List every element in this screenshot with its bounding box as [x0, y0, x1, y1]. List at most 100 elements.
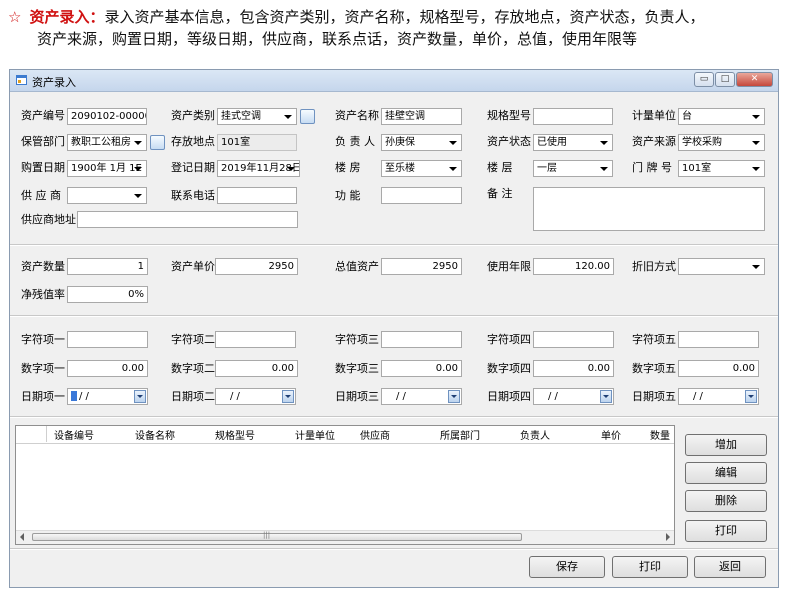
add-button[interactable]: 增加	[685, 434, 767, 456]
date-item-3-label: 日期项三	[335, 390, 379, 403]
door-no-select[interactable]: 101室	[678, 160, 765, 177]
number-item-2-field[interactable]: 0.00	[215, 360, 298, 377]
row-header-corner	[16, 426, 47, 442]
owner-label: 负 责 人	[335, 135, 375, 148]
depreciation-select[interactable]	[678, 258, 765, 275]
col-equip-name[interactable]: 设备名称	[135, 427, 175, 442]
dept-picker-button[interactable]	[150, 135, 165, 150]
scroll-left-icon[interactable]	[20, 533, 24, 541]
number-item-1-label: 数字项一	[21, 362, 65, 375]
text-item-4-label: 字符项四	[487, 333, 531, 346]
date-item-2-picker[interactable]: / /	[215, 388, 296, 405]
date-item-4-picker[interactable]: / /	[533, 388, 614, 405]
maximize-button[interactable]: □	[715, 72, 735, 87]
supplier-addr-label: 供应商地址	[21, 213, 76, 226]
print-button[interactable]: 打印	[612, 556, 688, 578]
star-icon: ☆	[8, 8, 22, 26]
date-item-3-picker[interactable]: / /	[381, 388, 462, 405]
remark-label: 备 注	[487, 187, 513, 200]
col-price[interactable]: 单价	[601, 427, 621, 442]
title-bar[interactable]: 资产录入 ▭ □ ✕	[10, 70, 778, 92]
building-select[interactable]: 至乐楼	[381, 160, 462, 177]
residual-rate-field[interactable]: 0%	[67, 286, 148, 303]
delete-button[interactable]: 删除	[685, 490, 767, 512]
total-field[interactable]: 2950	[381, 258, 462, 275]
text-item-3-label: 字符项三	[335, 333, 379, 346]
category-select[interactable]: 挂式空调	[217, 108, 297, 125]
calendar-dropdown-icon[interactable]	[448, 390, 460, 403]
asset-name-field[interactable]: 挂壁空调	[381, 108, 462, 125]
remark-textarea[interactable]	[533, 187, 765, 231]
function-label: 功 能	[335, 189, 361, 202]
status-select[interactable]: 已使用	[533, 134, 613, 151]
category-picker-button[interactable]	[300, 109, 315, 124]
spec-label: 规格型号	[487, 109, 531, 122]
intro-line-2: 资产来源，购置日期，等级日期，供应商，联系点话，资产数量，单价，总值，使用年限等	[37, 30, 638, 48]
grid-print-button[interactable]: 打印	[685, 520, 767, 542]
number-item-3-label: 数字项三	[335, 362, 379, 375]
function-field[interactable]	[381, 187, 462, 204]
date-item-1-picker[interactable]: / /	[67, 388, 148, 405]
section-divider	[10, 315, 778, 317]
quantity-field[interactable]: 1	[67, 258, 148, 275]
unit-select[interactable]: 台	[678, 108, 765, 125]
register-date-picker[interactable]: 2019年11月28日	[217, 160, 300, 177]
purchase-date-picker[interactable]: 1900年 1月 1E	[67, 160, 147, 177]
door-no-label: 门 牌 号	[632, 161, 672, 174]
horizontal-scrollbar[interactable]	[16, 530, 674, 544]
back-button[interactable]: 返回	[694, 556, 766, 578]
spec-field[interactable]	[533, 108, 613, 125]
life-field[interactable]: 120.00	[533, 258, 614, 275]
number-item-5-field[interactable]: 0.00	[678, 360, 759, 377]
equipment-grid[interactable]: 设备编号 设备名称 规格型号 计量单位 供应商 所属部门 负责人 单价 数量	[15, 425, 675, 545]
save-button[interactable]: 保存	[529, 556, 605, 578]
floor-select[interactable]: 一层	[533, 160, 613, 177]
window-title: 资产录入	[32, 76, 76, 89]
number-item-3-field[interactable]: 0.00	[381, 360, 462, 377]
asset-no-field[interactable]: 2090102-000001	[67, 108, 147, 125]
supplier-addr-field[interactable]	[77, 211, 298, 228]
dept-select[interactable]: 教职工公租房	[67, 134, 147, 151]
date-item-5-picker[interactable]: / /	[678, 388, 759, 405]
calendar-dropdown-icon[interactable]	[282, 390, 294, 403]
date-item-4-label: 日期项四	[487, 390, 531, 403]
phone-label: 联系电话	[171, 189, 215, 202]
number-item-1-field[interactable]: 0.00	[67, 360, 148, 377]
col-supplier[interactable]: 供应商	[360, 427, 390, 442]
text-item-4-field[interactable]	[533, 331, 614, 348]
unit-price-field[interactable]: 2950	[215, 258, 298, 275]
col-qty[interactable]: 数量	[650, 427, 670, 442]
purchase-date-label: 购置日期	[21, 161, 65, 174]
section-divider	[10, 548, 778, 550]
scroll-right-icon[interactable]	[666, 533, 670, 541]
residual-rate-label: 净残值率	[21, 288, 65, 301]
col-owner[interactable]: 负责人	[520, 427, 550, 442]
calendar-dropdown-icon[interactable]	[745, 390, 757, 403]
col-equip-no[interactable]: 设备编号	[54, 427, 94, 442]
unit-label: 计量单位	[632, 109, 676, 122]
col-unit[interactable]: 计量单位	[295, 427, 335, 442]
calendar-dropdown-icon[interactable]	[134, 390, 146, 403]
col-spec[interactable]: 规格型号	[215, 427, 255, 442]
edit-button[interactable]: 编辑	[685, 462, 767, 484]
minimize-button[interactable]: ▭	[694, 72, 714, 87]
owner-select[interactable]: 孙庚保	[381, 134, 462, 151]
text-item-1-field[interactable]	[67, 331, 148, 348]
date-cursor	[71, 391, 77, 401]
text-item-2-field[interactable]	[215, 331, 296, 348]
calendar-dropdown-icon[interactable]	[600, 390, 612, 403]
col-dept[interactable]: 所属部门	[440, 427, 480, 442]
text-item-5-field[interactable]	[678, 331, 759, 348]
supplier-select[interactable]	[67, 187, 147, 204]
phone-field[interactable]	[217, 187, 297, 204]
close-button[interactable]: ✕	[736, 72, 773, 87]
text-item-3-field[interactable]	[381, 331, 462, 348]
scroll-thumb[interactable]	[32, 531, 522, 541]
text-item-5-label: 字符项五	[632, 333, 676, 346]
number-item-4-label: 数字项四	[487, 362, 531, 375]
number-item-4-field[interactable]: 0.00	[533, 360, 614, 377]
section-divider	[10, 416, 778, 418]
source-select[interactable]: 学校采购	[678, 134, 765, 151]
section-divider	[10, 244, 778, 246]
building-label: 楼 房	[335, 161, 361, 174]
